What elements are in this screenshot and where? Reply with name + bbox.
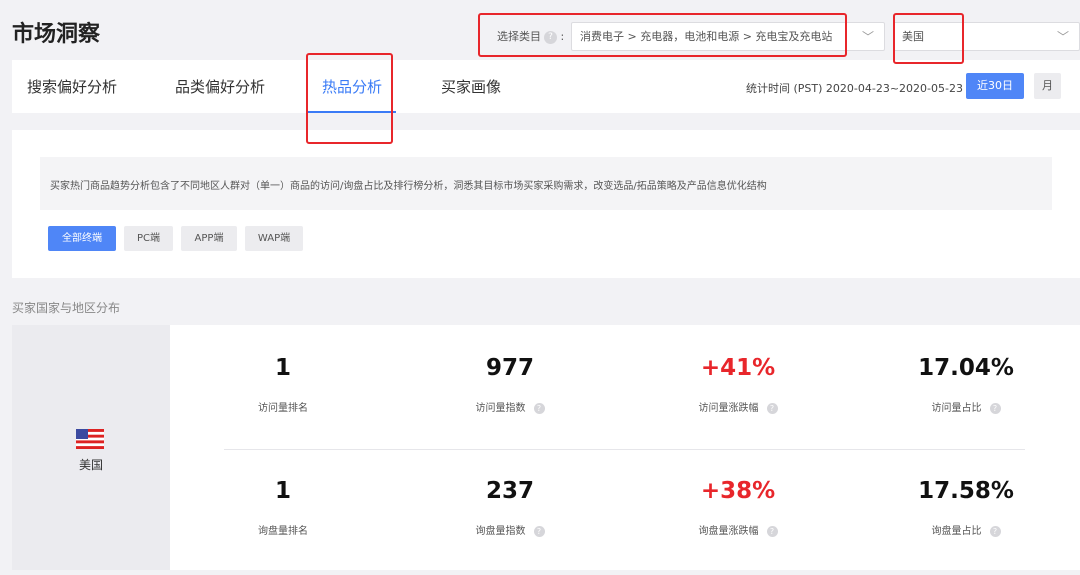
inquiry-rank: 1 询盘量排名 [183, 478, 383, 537]
help-icon[interactable]: ? [533, 402, 545, 414]
country-panel: 美国 [12, 325, 170, 570]
date-range: 统计时间 (PST) 2020-04-23~2020-05-23 [746, 82, 963, 95]
terminal-pc-button[interactable]: PC端 [124, 226, 173, 251]
stat-label: 访问量占比 [931, 403, 982, 414]
help-icon[interactable]: ? [989, 525, 1001, 537]
stat-label: 询盘量排名 [258, 526, 308, 537]
stat-label: 访问量指数 [475, 403, 526, 414]
chevron-down-icon: ﹀ [861, 30, 874, 44]
stat-label: 询盘量指数 [475, 526, 526, 537]
terminal-app-button[interactable]: APP端 [181, 226, 237, 251]
month-button[interactable]: 月 [1034, 73, 1061, 99]
stat-value: 17.04% [918, 355, 1014, 381]
stat-value: +38% [700, 478, 776, 504]
divider [224, 449, 1025, 450]
stat-value: +41% [700, 355, 776, 381]
stat-label: 询盘量涨跌幅 [698, 526, 759, 537]
stat-value: 1 [274, 355, 291, 381]
stat-label: 访问量涨跌幅 [698, 403, 759, 414]
chevron-down-icon: ﹀ [1056, 30, 1069, 44]
inquiry-share: 17.58% 询盘量占比? [866, 478, 1066, 537]
visit-change: +41% 访问量涨跌幅? [638, 355, 838, 414]
stat-value: 17.58% [918, 478, 1014, 504]
us-flag-icon [76, 429, 104, 449]
terminal-all-button[interactable]: 全部终端 [48, 226, 116, 251]
help-icon[interactable]: ? [766, 525, 778, 537]
visit-index: 977 访问量指数? [410, 355, 610, 414]
section-title: 买家国家与地区分布 [12, 301, 121, 315]
highlight-tab [306, 53, 393, 144]
visit-share: 17.04% 访问量占比? [866, 355, 1066, 414]
highlight-country [893, 13, 964, 64]
tab-category-preference[interactable]: 品类偏好分析 [175, 76, 265, 97]
inquiry-index: 237 询盘量指数? [410, 478, 610, 537]
tab-buyer-profile[interactable]: 买家画像 [441, 76, 501, 97]
help-icon[interactable]: ? [989, 402, 1001, 414]
country-name: 美国 [78, 458, 103, 472]
page-title: 市场洞察 [12, 22, 101, 47]
last-30-days-button[interactable]: 近30日 [966, 73, 1024, 99]
help-icon[interactable]: ? [766, 402, 778, 414]
inquiry-change: +38% 询盘量涨跌幅? [638, 478, 838, 537]
stat-value: 1 [274, 478, 291, 504]
stat-label: 询盘量占比 [931, 526, 982, 537]
stat-label: 访问量排名 [258, 403, 308, 414]
visit-rank: 1 访问量排名 [183, 355, 383, 414]
stat-value: 977 [485, 355, 534, 381]
stat-value: 237 [485, 478, 534, 504]
tab-search-preference[interactable]: 搜索偏好分析 [27, 76, 117, 97]
terminal-wap-button[interactable]: WAP端 [245, 226, 303, 251]
help-icon[interactable]: ? [533, 525, 545, 537]
description: 买家热门商品趋势分析包含了不同地区人群对（单一）商品的访问/询盘占比及排行榜分析… [40, 157, 1052, 210]
highlight-category [478, 13, 847, 57]
